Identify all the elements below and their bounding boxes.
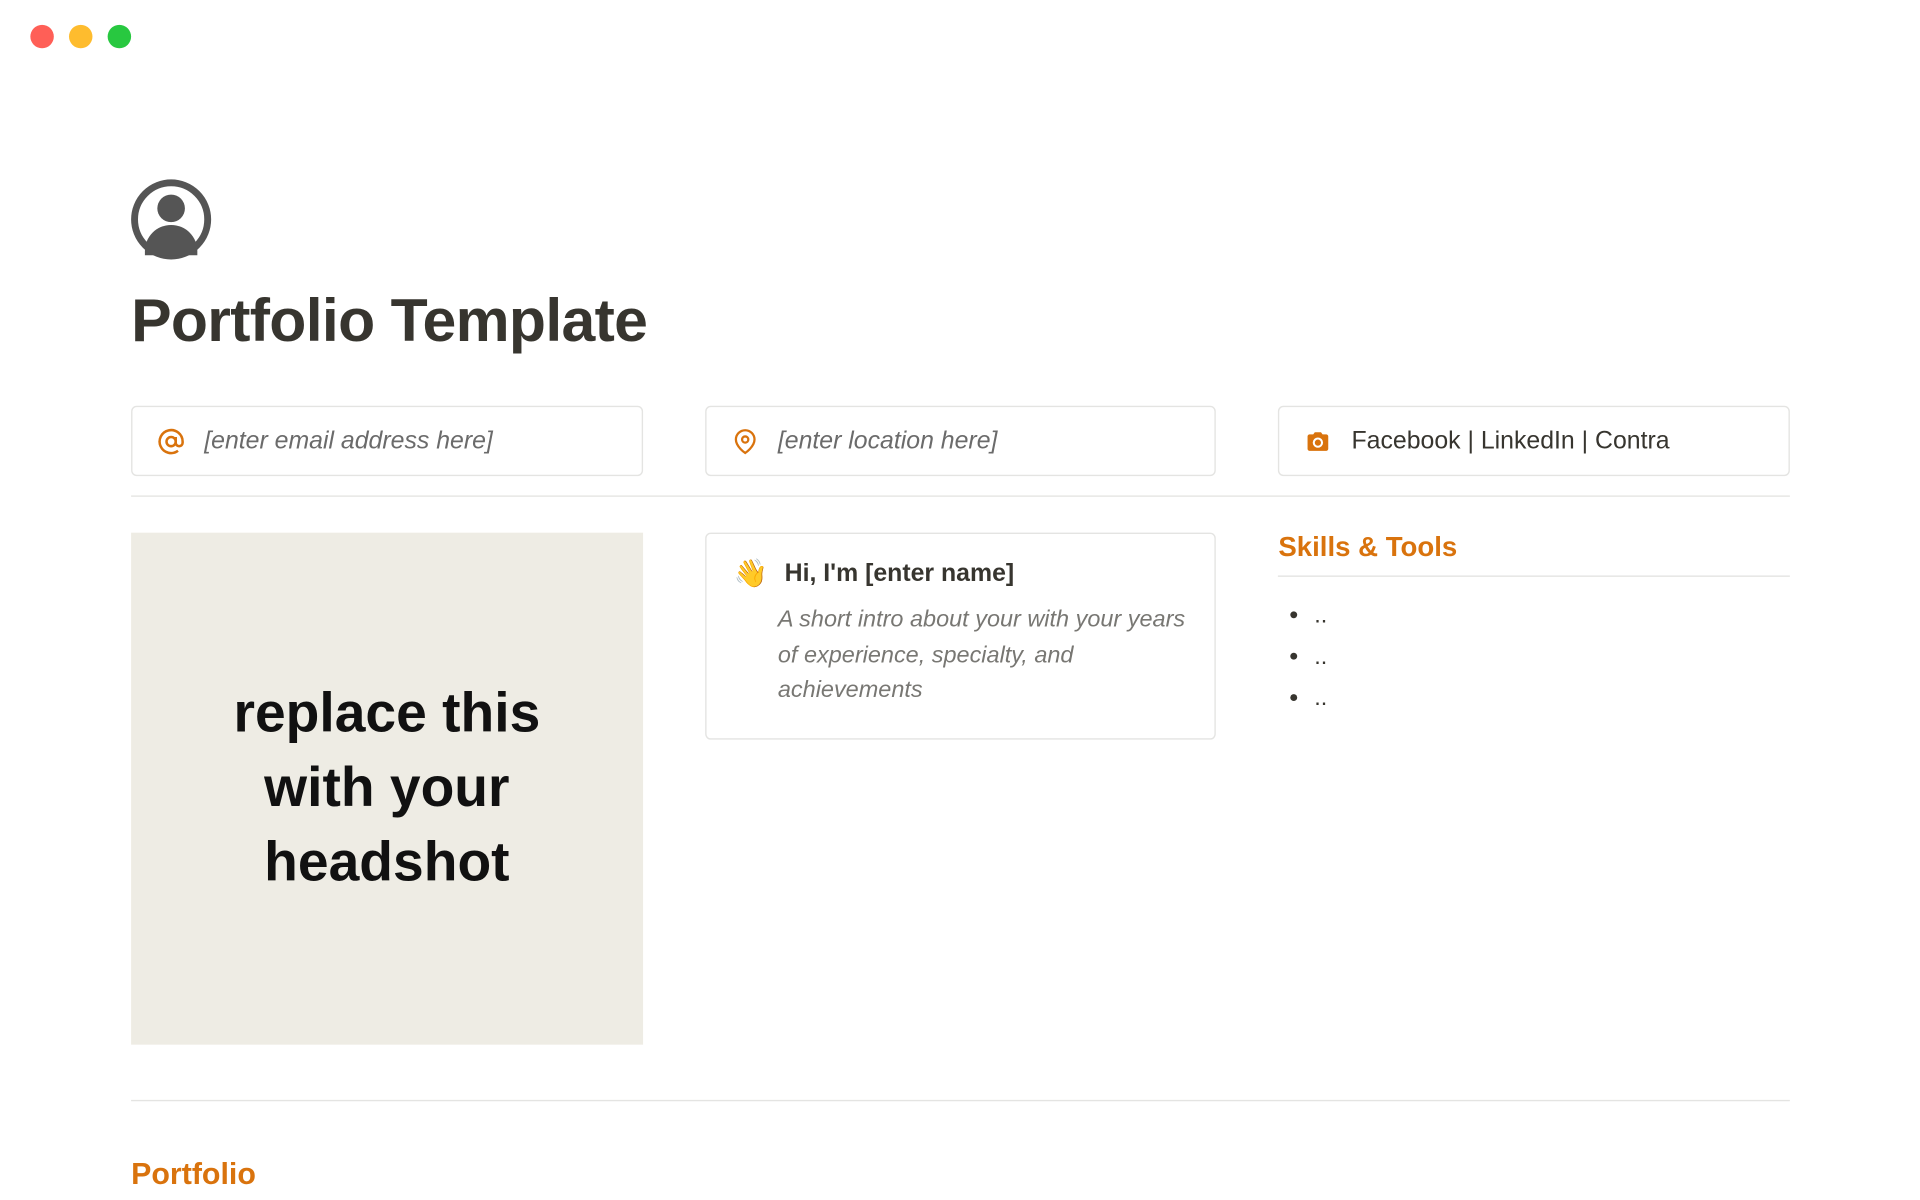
location-placeholder: [enter location here] — [778, 426, 998, 455]
divider — [131, 1099, 1790, 1100]
email-placeholder: [enter email address here] — [204, 426, 493, 455]
list-item[interactable]: .. — [1314, 684, 1790, 712]
headshot-placeholder-box[interactable]: replace this with your headshot — [131, 533, 643, 1045]
contact-info-row: [enter email address here] [enter locati… — [131, 406, 1790, 476]
skills-divider — [1278, 575, 1790, 576]
intro-description: A short intro about your with your years… — [778, 602, 1187, 708]
minimize-window-dot[interactable] — [69, 25, 92, 48]
location-card[interactable]: [enter location here] — [705, 406, 1217, 476]
page-content: Portfolio Template [enter email address … — [0, 0, 1920, 1192]
page-icon-avatar[interactable] — [131, 179, 211, 259]
email-card[interactable]: [enter email address here] — [131, 406, 643, 476]
socials-card[interactable]: Facebook | LinkedIn | Contra — [1278, 406, 1790, 476]
wave-emoji-icon: 👋 — [734, 556, 768, 591]
window-controls — [30, 25, 131, 48]
avatar-icon — [138, 186, 204, 252]
maximize-window-dot[interactable] — [108, 25, 131, 48]
intro-title: Hi, I'm [enter name] — [785, 559, 1015, 588]
divider — [131, 495, 1790, 496]
at-sign-icon — [157, 427, 185, 455]
camera-icon — [1305, 428, 1333, 453]
socials-text: Facebook | LinkedIn | Contra — [1351, 426, 1669, 455]
skills-list: .. .. .. — [1278, 602, 1790, 712]
intro-card[interactable]: 👋 Hi, I'm [enter name] A short intro abo… — [705, 533, 1217, 739]
list-item[interactable]: .. — [1314, 602, 1790, 630]
headshot-column: replace this with your headshot — [131, 533, 643, 1045]
list-item[interactable]: .. — [1314, 643, 1790, 671]
close-window-dot[interactable] — [30, 25, 53, 48]
map-pin-icon — [731, 427, 759, 455]
page-title[interactable]: Portfolio Template — [131, 287, 1790, 356]
skills-column: Skills & Tools .. .. .. — [1278, 533, 1790, 726]
skills-heading[interactable]: Skills & Tools — [1278, 533, 1790, 565]
main-content-row: replace this with your headshot 👋 Hi, I'… — [131, 533, 1790, 1045]
portfolio-heading[interactable]: Portfolio — [131, 1156, 1790, 1192]
intro-column: 👋 Hi, I'm [enter name] A short intro abo… — [705, 533, 1217, 739]
headshot-placeholder-text: replace this with your headshot — [173, 677, 602, 901]
